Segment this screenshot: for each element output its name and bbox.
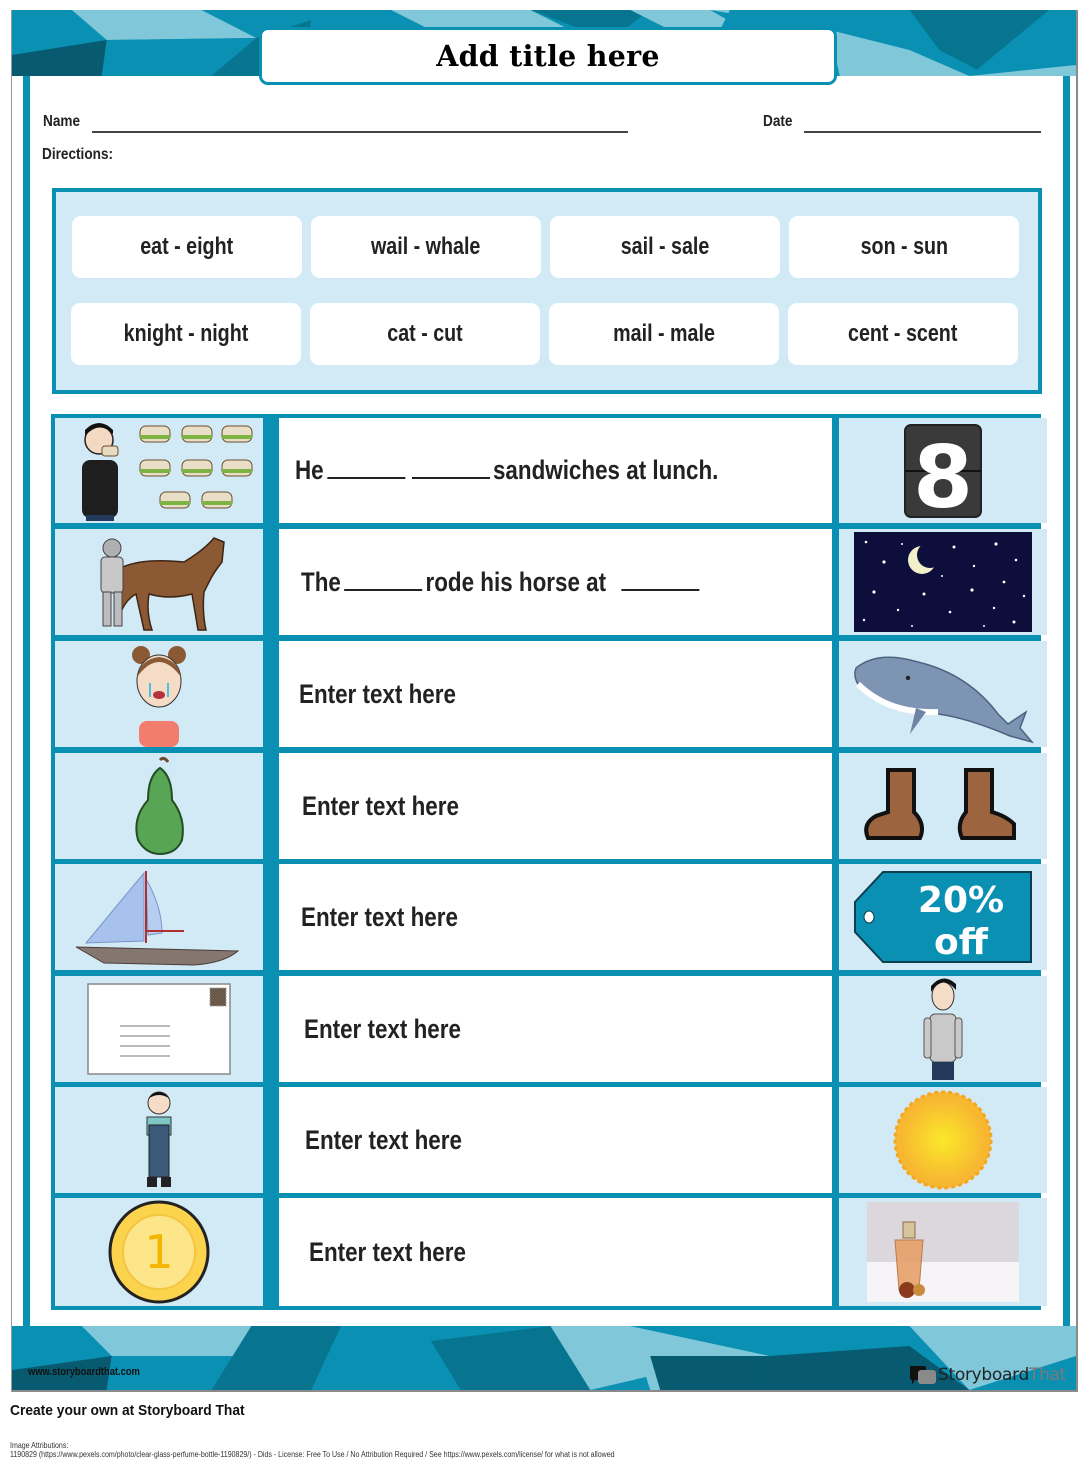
- worksheet-page: Add title here Name Date Directions: eat…: [11, 10, 1078, 1392]
- word-bank: eat - eight wail - whale sail - sale son…: [52, 188, 1042, 394]
- discount-off-text: off: [934, 922, 989, 963]
- word-pair[interactable]: eat - eight: [72, 216, 302, 278]
- table-row-8-left-image[interactable]: 1: [55, 1198, 263, 1306]
- enter-text-placeholder[interactable]: Enter text here: [299, 679, 456, 710]
- table-row-3-right-image[interactable]: [839, 641, 1047, 747]
- storyboardthat-logo[interactable]: StoryboardThat: [908, 1364, 1066, 1386]
- sentence-word: rode his horse at: [425, 566, 607, 597]
- sun-icon: [893, 1090, 993, 1190]
- word-pair[interactable]: cat - cut: [310, 303, 540, 365]
- worksheet-title[interactable]: Add title here: [436, 39, 659, 73]
- boy-eating-sandwiches-icon: [82, 423, 253, 521]
- perfume-bottle-photo-icon: [867, 1202, 1019, 1302]
- flip-card-eight-icon: 8: [904, 423, 982, 519]
- table-row-1-left-image[interactable]: [55, 418, 263, 523]
- table-row-4-right-image[interactable]: [839, 753, 1047, 859]
- footer-url[interactable]: www.storyboardthat.com: [28, 1366, 140, 1378]
- table-row-6-text[interactable]: Enter text here: [279, 976, 832, 1082]
- word-pair-text: sail - sale: [620, 233, 710, 260]
- enter-text-placeholder[interactable]: Enter text here: [305, 1125, 462, 1156]
- sale-tag-icon: 20% off: [854, 871, 1032, 963]
- sentence-word: He: [295, 455, 324, 485]
- table-row-8-right-image[interactable]: [839, 1198, 1047, 1306]
- enter-text-placeholder[interactable]: Enter text here: [302, 791, 459, 822]
- sailboat-icon: [75, 871, 240, 966]
- word-pair[interactable]: cent - scent: [788, 303, 1018, 365]
- table-row-8-text[interactable]: Enter text here: [279, 1198, 832, 1306]
- flip-digit-text: 8: [913, 428, 973, 519]
- table-row-6-right-image[interactable]: [839, 976, 1047, 1082]
- word-pair-text: wail - whale: [371, 233, 481, 260]
- left-border-stripe: [23, 76, 30, 1326]
- discount-percent-text: 20%: [918, 880, 1004, 921]
- crying-girl-icon: [132, 646, 186, 747]
- image-attributions-heading: Image Attributions:: [10, 1441, 69, 1450]
- night-sky-moon-icon: [854, 532, 1032, 632]
- table-row-3-left-image[interactable]: [55, 641, 263, 747]
- table-row-7-text[interactable]: Enter text here: [279, 1087, 832, 1193]
- sentence-word: The: [301, 566, 341, 597]
- table-row-4-left-image[interactable]: [55, 753, 263, 859]
- boots-icon: [864, 768, 1016, 840]
- answer-blank[interactable]: [621, 569, 700, 591]
- word-pair[interactable]: wail - whale: [311, 216, 541, 278]
- word-pair-text: knight - night: [123, 320, 249, 347]
- brand-that: That: [1029, 1365, 1067, 1385]
- answer-blank[interactable]: [326, 457, 405, 479]
- whale-icon: [854, 656, 1035, 744]
- coin-value-text: 1: [144, 1225, 173, 1279]
- name-label: Name: [43, 113, 81, 130]
- name-line[interactable]: [92, 131, 628, 133]
- gold-coin-icon: 1: [108, 1200, 210, 1304]
- table-row-2-sentence[interactable]: The rode his horse at: [279, 529, 832, 635]
- envelope-mail-icon: [87, 983, 231, 1075]
- table-row-5-text[interactable]: Enter text here: [279, 864, 832, 970]
- word-pair-text: mail - male: [613, 320, 715, 347]
- table-row-5-right-image[interactable]: 20% off: [839, 864, 1047, 970]
- title-box[interactable]: Add title here: [259, 27, 837, 85]
- table-row-2-left-image[interactable]: [55, 529, 263, 635]
- pear-icon: [135, 756, 184, 856]
- speech-bubble-logo-icon: [910, 1366, 936, 1385]
- sandwich-icons: [139, 425, 253, 509]
- table-row-1-sentence[interactable]: He sandwiches at lunch.: [279, 418, 832, 523]
- table-row-6-left-image[interactable]: [55, 976, 263, 1082]
- table-row-2-right-image[interactable]: [839, 529, 1047, 635]
- answer-blank[interactable]: [344, 569, 423, 591]
- brand-storyboard: Storyboard: [938, 1365, 1029, 1385]
- enter-text-placeholder[interactable]: Enter text here: [304, 1014, 461, 1045]
- word-pair[interactable]: son - sun: [789, 216, 1019, 278]
- word-pair[interactable]: sail - sale: [550, 216, 780, 278]
- word-pair[interactable]: knight - night: [71, 303, 301, 365]
- directions-label: Directions:: [42, 146, 114, 163]
- table-row-7-right-image[interactable]: [839, 1087, 1047, 1193]
- sentence-word: sandwiches at lunch.: [492, 455, 719, 485]
- image-attribution-line: 1190829 (https://www.pexels.com/photo/cl…: [10, 1450, 615, 1459]
- word-pair-text: son - sun: [860, 233, 948, 260]
- date-line[interactable]: [804, 131, 1041, 133]
- word-pair-text: cat - cut: [387, 320, 463, 347]
- sentence-text: He sandwiches at lunch.: [295, 455, 718, 486]
- man-standing-icon: [923, 978, 963, 1080]
- date-label: Date: [763, 113, 793, 130]
- enter-text-placeholder[interactable]: Enter text here: [309, 1237, 466, 1268]
- brand-name: StoryboardThat: [938, 1365, 1066, 1385]
- table-row-7-left-image[interactable]: [55, 1087, 263, 1193]
- table-row-1-right-image[interactable]: 8: [839, 418, 1047, 523]
- boy-in-overalls-icon: [146, 1091, 172, 1187]
- word-pair-text: eat - eight: [140, 233, 234, 260]
- right-border-stripe: [1063, 76, 1070, 1326]
- enter-text-placeholder[interactable]: Enter text here: [301, 902, 458, 933]
- answer-blank[interactable]: [411, 457, 490, 479]
- word-pair-text: cent - scent: [848, 320, 958, 347]
- table-row-5-left-image[interactable]: [55, 864, 263, 970]
- sentence-text: The rode his horse at: [301, 567, 702, 598]
- word-pair[interactable]: mail - male: [549, 303, 779, 365]
- table-row-3-text[interactable]: Enter text here: [279, 641, 832, 747]
- create-your-own-link[interactable]: Create your own at Storyboard That: [10, 1402, 245, 1419]
- homophone-table: He sandwiches at lunch. 8 The rode his hor…: [51, 414, 1047, 1310]
- table-row-4-text[interactable]: Enter text here: [279, 753, 832, 859]
- knight-with-horse-icon: [100, 537, 225, 631]
